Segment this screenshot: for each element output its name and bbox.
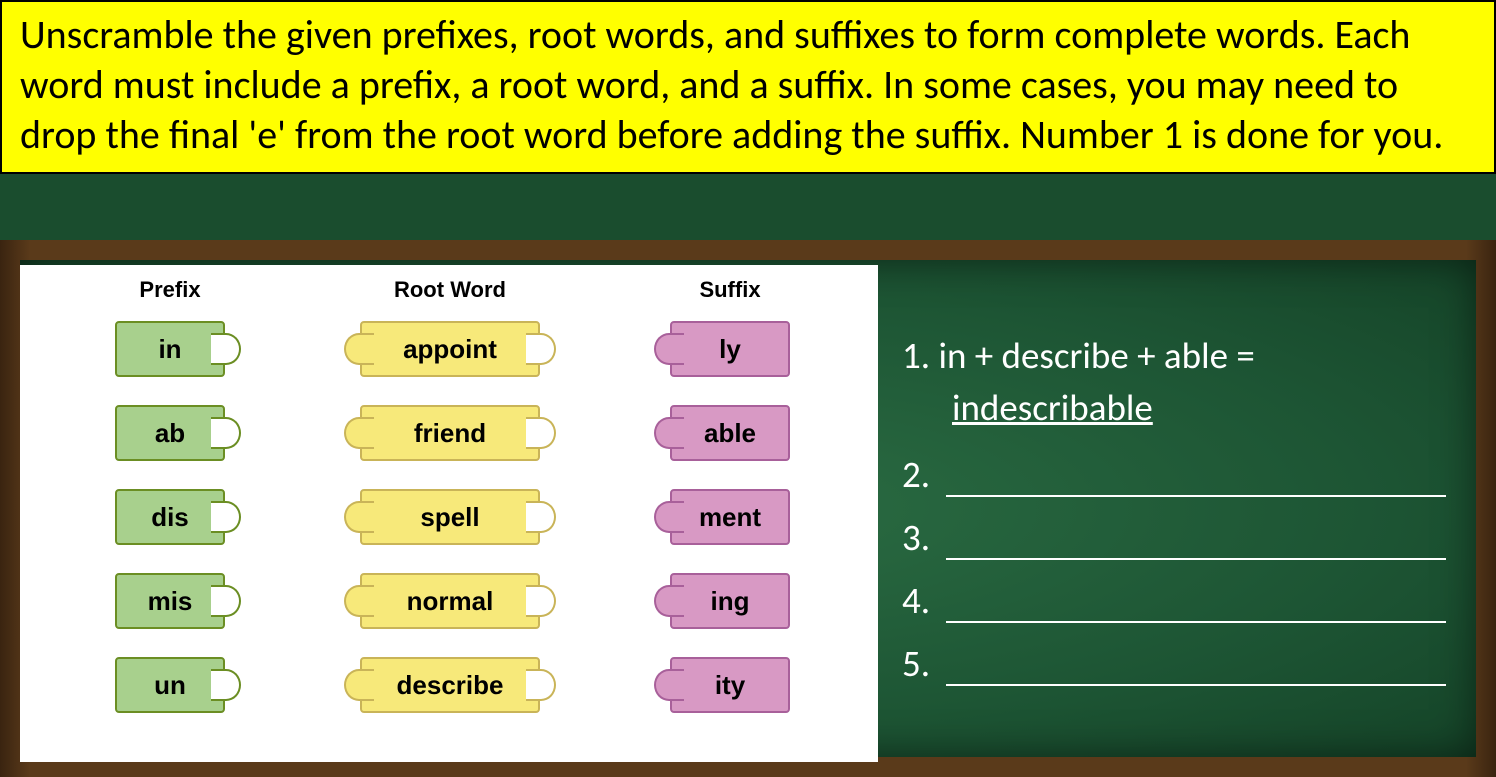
rootword-header: Root Word bbox=[394, 277, 506, 303]
root-piece-appoint[interactable]: appoint bbox=[360, 321, 540, 377]
instructions-banner: Unscramble the given prefixes, root word… bbox=[0, 0, 1496, 174]
answer-1-equation: in + describe + able = bbox=[938, 333, 1254, 378]
answer-2-number: 2. bbox=[902, 452, 930, 497]
prefix-piece-ab[interactable]: ab bbox=[115, 405, 225, 461]
suffix-header: Suffix bbox=[699, 277, 760, 303]
answer-1-result: indescribable bbox=[952, 385, 1153, 430]
answer-5-blank[interactable] bbox=[946, 654, 1446, 686]
rootword-column: Root Word appoint friend spell normal de… bbox=[290, 277, 610, 741]
root-piece-spell[interactable]: spell bbox=[360, 489, 540, 545]
prefix-piece-un[interactable]: un bbox=[115, 657, 225, 713]
suffix-piece-ment[interactable]: ment bbox=[670, 489, 790, 545]
puzzle-panel: Prefix in ab dis mis un Root Word appoin… bbox=[20, 265, 878, 762]
suffix-piece-ing[interactable]: ing bbox=[670, 573, 790, 629]
answer-3: 3. bbox=[902, 515, 1446, 560]
suffix-column: Suffix ly able ment ing ity bbox=[630, 277, 830, 741]
suffix-piece-ly[interactable]: ly bbox=[670, 321, 790, 377]
prefix-column: Prefix in ab dis mis un bbox=[70, 277, 270, 741]
answers-section: 1. in + describe + able = indescribable … bbox=[902, 330, 1446, 704]
answer-4-number: 4. bbox=[902, 578, 930, 623]
prefix-piece-dis[interactable]: dis bbox=[115, 489, 225, 545]
answer-4-blank[interactable] bbox=[946, 591, 1446, 623]
root-piece-friend[interactable]: friend bbox=[360, 405, 540, 461]
answer-2: 2. bbox=[902, 452, 1446, 497]
root-piece-describe[interactable]: describe bbox=[360, 657, 540, 713]
root-piece-normal[interactable]: normal bbox=[360, 573, 540, 629]
prefix-piece-mis[interactable]: mis bbox=[115, 573, 225, 629]
prefix-header: Prefix bbox=[139, 277, 200, 303]
answer-5-number: 5. bbox=[902, 641, 930, 686]
answer-3-number: 3. bbox=[902, 515, 930, 560]
suffix-piece-able[interactable]: able bbox=[670, 405, 790, 461]
suffix-piece-ity[interactable]: ity bbox=[670, 657, 790, 713]
answer-3-blank[interactable] bbox=[946, 528, 1446, 560]
prefix-piece-in[interactable]: in bbox=[115, 321, 225, 377]
answer-1-number: 1. bbox=[902, 333, 930, 378]
answer-4: 4. bbox=[902, 578, 1446, 623]
answer-2-blank[interactable] bbox=[946, 465, 1446, 497]
answer-5: 5. bbox=[902, 641, 1446, 686]
answer-1: 1. in + describe + able = indescribable bbox=[902, 330, 1446, 434]
